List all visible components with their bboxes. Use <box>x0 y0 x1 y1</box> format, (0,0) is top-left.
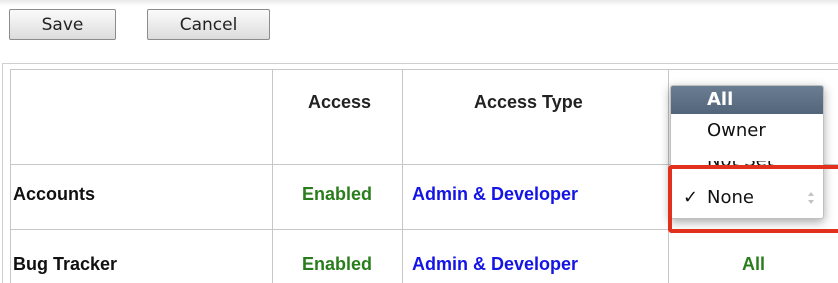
cancel-button[interactable]: Cancel <box>147 9 270 40</box>
dropdown-option-all[interactable]: All <box>671 86 823 114</box>
permission-value-bug-tracker[interactable]: All <box>742 254 765 275</box>
table-left-border <box>10 69 11 283</box>
top-strip <box>0 0 838 6</box>
dropdown-option-label: All <box>707 89 734 110</box>
row-label-bug-tracker: Bug Tracker <box>13 254 118 274</box>
row-label-accounts: Accounts <box>13 184 96 204</box>
access-value-accounts[interactable]: Enabled <box>302 184 372 205</box>
access-value-bug-tracker[interactable]: Enabled <box>302 254 372 275</box>
dropdown-option-label: Owner <box>707 120 766 141</box>
dropdown-option-owner[interactable]: Owner <box>671 117 823 145</box>
header-access-type: Access Type <box>474 92 583 112</box>
annotation-highlight-box <box>668 165 838 233</box>
col-divider-2 <box>402 69 403 283</box>
col-divider-1 <box>272 69 273 283</box>
save-button[interactable]: Save <box>9 9 116 40</box>
header-access: Access <box>308 92 372 112</box>
table-top-border <box>10 69 838 70</box>
access-type-link-accounts[interactable]: Admin & Developer <box>412 184 578 205</box>
access-type-link-bug-tracker[interactable]: Admin & Developer <box>412 254 578 275</box>
